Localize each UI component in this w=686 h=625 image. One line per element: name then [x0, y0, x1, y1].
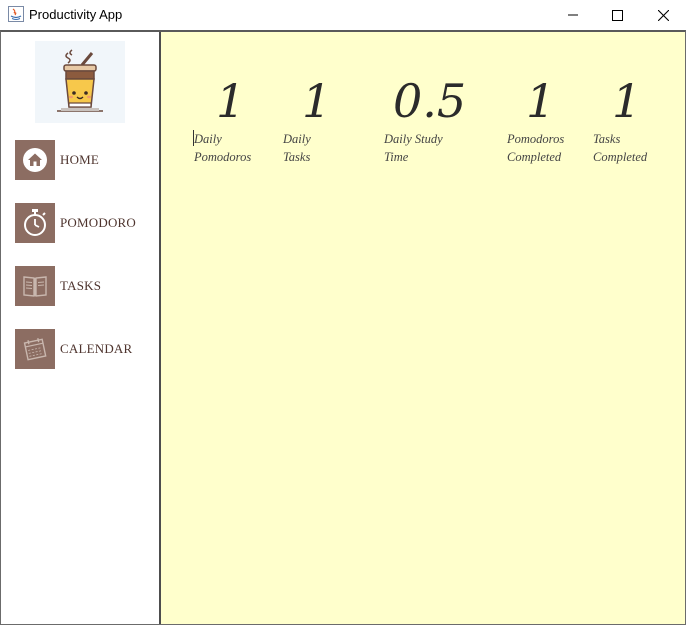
close-button[interactable]: [640, 0, 686, 30]
sidebar-item-pomodoro[interactable]: POMODORO: [15, 203, 155, 243]
sidebar-item-home[interactable]: HOME: [15, 140, 155, 180]
text-caret: [193, 130, 194, 146]
daily-tasks-label: Daily Tasks: [283, 132, 311, 164]
coffee-cup-icon: [57, 49, 103, 112]
daily-study-time-value: 0.5: [393, 74, 467, 128]
title-bar: Productivity App: [0, 0, 686, 30]
pomodoros-completed-label: Pomodoros Completed: [507, 132, 565, 164]
daily-pomodoros-value: 1: [216, 74, 246, 128]
sidebar-item-calendar[interactable]: CALENDAR: [15, 329, 155, 369]
sidebar-item-label: HOME: [60, 152, 100, 167]
stopwatch-icon-tile: [15, 203, 55, 243]
calendar-icon-tile: [15, 329, 55, 369]
sidebar-item-label: TASKS: [60, 278, 102, 293]
calendar-icon: [23, 338, 47, 361]
sidebar-item-tasks[interactable]: TASKS: [15, 266, 155, 306]
maximize-icon: [611, 9, 623, 21]
java-app-icon: [8, 6, 24, 22]
book-icon-tile: [15, 266, 55, 306]
close-icon: [657, 9, 669, 21]
book-icon: [23, 276, 47, 297]
pomodoros-completed-value: 1: [526, 74, 556, 128]
sidebar-item-label: POMODORO: [60, 215, 137, 230]
maximize-button[interactable]: [594, 0, 640, 30]
tasks-completed-value: 1: [612, 74, 642, 128]
sidebar-item-label: CALENDAR: [60, 341, 133, 356]
home-icon: [23, 148, 47, 172]
daily-pomodoros-label: Daily Pomodoros: [194, 132, 252, 164]
daily-study-time-label: Daily Study Time: [384, 132, 443, 164]
tasks-completed-label: Tasks Completed: [593, 132, 648, 164]
app-logo: [35, 41, 125, 123]
stopwatch-icon: [24, 209, 46, 236]
minimize-icon: [568, 14, 578, 16]
window-title: Productivity App: [29, 7, 123, 22]
home-icon-tile: [15, 140, 55, 180]
daily-tasks-value: 1: [302, 74, 332, 128]
minimize-button[interactable]: [550, 0, 596, 30]
